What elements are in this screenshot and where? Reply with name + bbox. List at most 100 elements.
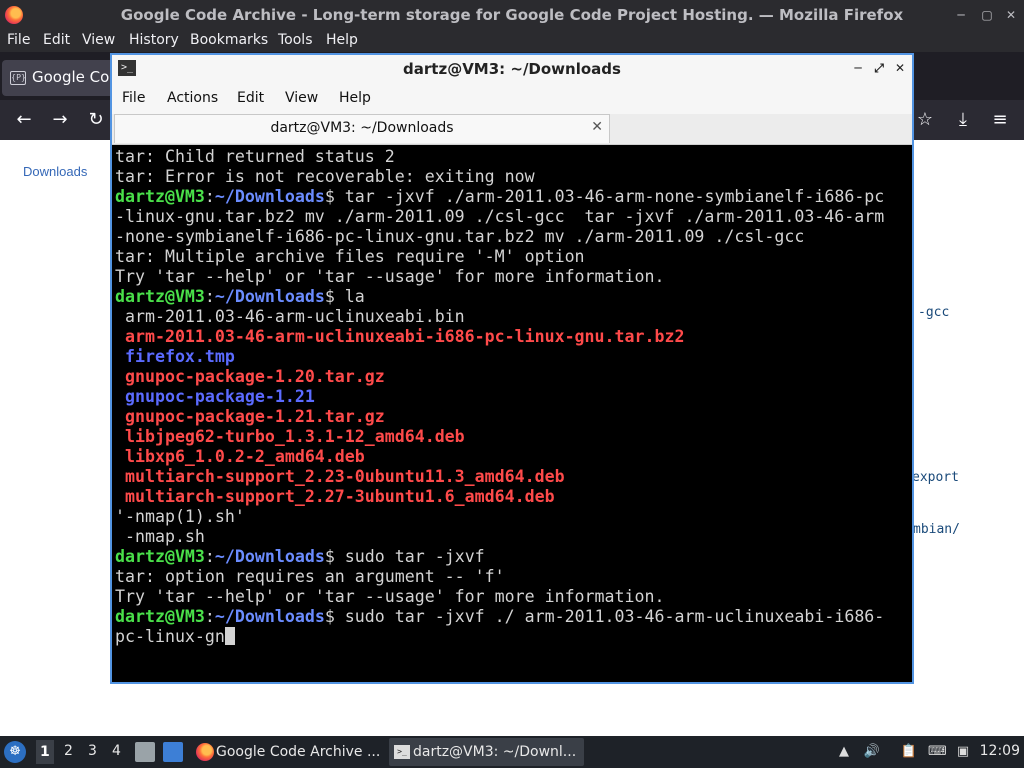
command-text: $ sudo tar -jxvf [324, 547, 485, 566]
terminal-window-title: dartz@VM3: ~/Downloads [403, 60, 621, 78]
minimize-icon[interactable]: ─ [850, 59, 866, 77]
page-text-fragment: mbian/ [913, 522, 960, 537]
back-icon[interactable]: ← [12, 108, 36, 132]
terminal-line: pc-linux-gn [112, 627, 912, 647]
archive-file-entry: libjpeg62-turbo_1.3.1-12_amd64.deb [115, 427, 465, 446]
command-text: pc-linux-gn [115, 627, 225, 646]
terminal-line: '-nmap(1).sh' [112, 507, 912, 527]
taskbar-firefox[interactable]: Google Code Archive ... [192, 738, 384, 766]
downloads-link[interactable]: Downloads [23, 164, 87, 179]
firefox-titlebar: Google Code Archive - Long-term storage … [0, 0, 1024, 30]
firefox-icon [196, 743, 214, 761]
prompt-user: dartz@VM3 [115, 547, 205, 566]
terminal-output[interactable]: tar: Child returned status 2 tar: Error i… [112, 145, 912, 682]
prompt-path: ~/Downloads [214, 547, 325, 566]
workspace-1[interactable]: 1 [36, 740, 54, 764]
prompt-separator: : [204, 607, 215, 626]
maximize-icon[interactable]: ▢ [978, 6, 996, 24]
output-text: Try 'tar --help' or 'tar --usage' for mo… [115, 587, 665, 606]
forward-icon[interactable]: → [48, 108, 72, 132]
terminal-tab[interactable]: dartz@VM3: ~/Downloads ✕ [114, 114, 610, 143]
output-text: arm-2011.03-46-arm-uclinuxeabi.bin [115, 307, 465, 326]
terminal-line: tar: Child returned status 2 [112, 147, 912, 167]
terminal-line: gnupoc-package-1.21.tar.gz [112, 407, 912, 427]
show-desktop-icon[interactable] [163, 742, 183, 762]
terminal-line: tar: Multiple archive files require '-M'… [112, 247, 912, 267]
network-icon[interactable]: ▣ [954, 743, 972, 761]
terminal-window[interactable]: >_ dartz@VM3: ~/Downloads ─ ⤢ ✕ File Act… [110, 53, 914, 684]
taskbar-task-label: dartz@VM3: ~/Downl... [413, 744, 577, 760]
workspace-2[interactable]: 2 [64, 743, 73, 759]
terminal-line: dartz@VM3:~/Downloads$ sudo tar -jxvf [112, 547, 912, 567]
clipboard-icon[interactable]: 📋 [900, 743, 918, 761]
text-cursor [224, 627, 235, 645]
archive-file-entry: arm-2011.03-46-arm-uclinuxeabi-i686-pc-l… [115, 327, 685, 346]
archive-file-entry: libxp6_1.0.2-2_amd64.deb [115, 447, 365, 466]
close-icon[interactable]: ✕ [892, 59, 908, 77]
keyboard-icon[interactable]: ⌨ [928, 743, 947, 761]
output-text: tar: Multiple archive files require '-M'… [115, 247, 585, 266]
maximize-icon[interactable]: ⤢ [871, 59, 887, 77]
menu-bookmarks[interactable]: Bookmarks [190, 32, 268, 48]
output-text: '-nmap(1).sh' [115, 507, 245, 526]
menu-tools[interactable]: Tools [278, 32, 313, 48]
menu-edit[interactable]: Edit [43, 32, 70, 48]
terminal-menu-file[interactable]: File [122, 90, 145, 106]
workspace-4[interactable]: 4 [112, 743, 121, 759]
archive-file-entry: gnupoc-package-1.21.tar.gz [115, 407, 385, 426]
terminal-line: dartz@VM3:~/Downloads$ tar -jxvf ./arm-2… [112, 187, 912, 207]
terminal-icon: >_ [394, 745, 410, 759]
download-icon[interactable]: ⤓ [951, 108, 975, 132]
close-icon[interactable]: ✕ [1002, 6, 1020, 24]
terminal-line: arm-2011.03-46-arm-uclinuxeabi-i686-pc-l… [112, 327, 912, 347]
menu-file[interactable]: File [7, 32, 30, 48]
menu-history[interactable]: History [129, 32, 179, 48]
prompt-separator: : [204, 547, 215, 566]
output-text: tar: option requires an argument -- 'f' [115, 567, 505, 586]
terminal-line: dartz@VM3:~/Downloads$ la [112, 287, 912, 307]
taskbar: ☸ 1 2 3 4 Google Code Archive ... >_ dar… [0, 736, 1024, 768]
terminal-menu-edit[interactable]: Edit [237, 90, 264, 106]
output-text: -linux-gnu.tar.bz2 mv ./arm-2011.09 ./cs… [115, 207, 885, 226]
terminal-line: multiarch-support_2.23-0ubuntu11.3_amd64… [112, 467, 912, 487]
prompt-separator: : [204, 187, 215, 206]
terminal-line: libjpeg62-turbo_1.3.1-12_amd64.deb [112, 427, 912, 447]
file-manager-icon[interactable] [135, 742, 155, 762]
terminal-line: firefox.tmp [112, 347, 912, 367]
command-text: $ la [324, 287, 365, 306]
menu-help[interactable]: Help [326, 32, 358, 48]
workspace-3[interactable]: 3 [88, 743, 97, 759]
tray-app-icon[interactable]: ▲ [835, 743, 853, 761]
taskbar-task-label: Google Code Archive ... [216, 744, 381, 760]
terminal-menu-actions[interactable]: Actions [167, 90, 218, 106]
taskbar-terminal[interactable]: >_ dartz@VM3: ~/Downl... [389, 738, 584, 766]
terminal-line: tar: Error is not recoverable: exiting n… [112, 167, 912, 187]
page-text-fragment: -gcc [918, 305, 950, 320]
prompt-user: dartz@VM3 [115, 287, 205, 306]
hamburger-menu-icon[interactable]: ≡ [988, 108, 1012, 132]
menu-view[interactable]: View [82, 32, 115, 48]
terminal-tabbar: dartz@VM3: ~/Downloads ✕ [112, 114, 912, 145]
firefox-window-title: Google Code Archive - Long-term storage … [120, 6, 904, 24]
terminal-tab-label: dartz@VM3: ~/Downloads [270, 120, 454, 136]
output-text: -nmap.sh [115, 527, 205, 546]
terminal-titlebar[interactable]: >_ dartz@VM3: ~/Downloads ─ ⤢ ✕ [112, 55, 912, 82]
volume-icon[interactable]: 🔊 [863, 743, 881, 761]
archive-file-entry: multiarch-support_2.23-0ubuntu11.3_amd64… [115, 467, 565, 486]
terminal-line: arm-2011.03-46-arm-uclinuxeabi.bin [112, 307, 912, 327]
bookmark-star-icon[interactable]: ☆ [913, 108, 937, 132]
terminal-line: libxp6_1.0.2-2_amd64.deb [112, 447, 912, 467]
prompt-path: ~/Downloads [214, 187, 325, 206]
reload-icon[interactable]: ↻ [84, 108, 108, 132]
start-menu-icon[interactable]: ☸ [4, 741, 26, 763]
tab-close-icon[interactable]: ✕ [591, 119, 603, 135]
output-text: tar: Error is not recoverable: exiting n… [115, 167, 535, 186]
terminal-menu-view[interactable]: View [285, 90, 318, 106]
firefox-menubar: File Edit View History Bookmarks Tools H… [0, 30, 1024, 52]
command-text: $ sudo tar -jxvf ./ arm-2011.03-46-arm-u… [324, 607, 885, 626]
output-text: Try 'tar --help' or 'tar --usage' for mo… [115, 267, 665, 286]
terminal-menu-help[interactable]: Help [339, 90, 371, 106]
minimize-icon[interactable]: ─ [952, 6, 970, 24]
prompt-user: dartz@VM3 [115, 607, 205, 626]
terminal-line: tar: option requires an argument -- 'f' [112, 567, 912, 587]
